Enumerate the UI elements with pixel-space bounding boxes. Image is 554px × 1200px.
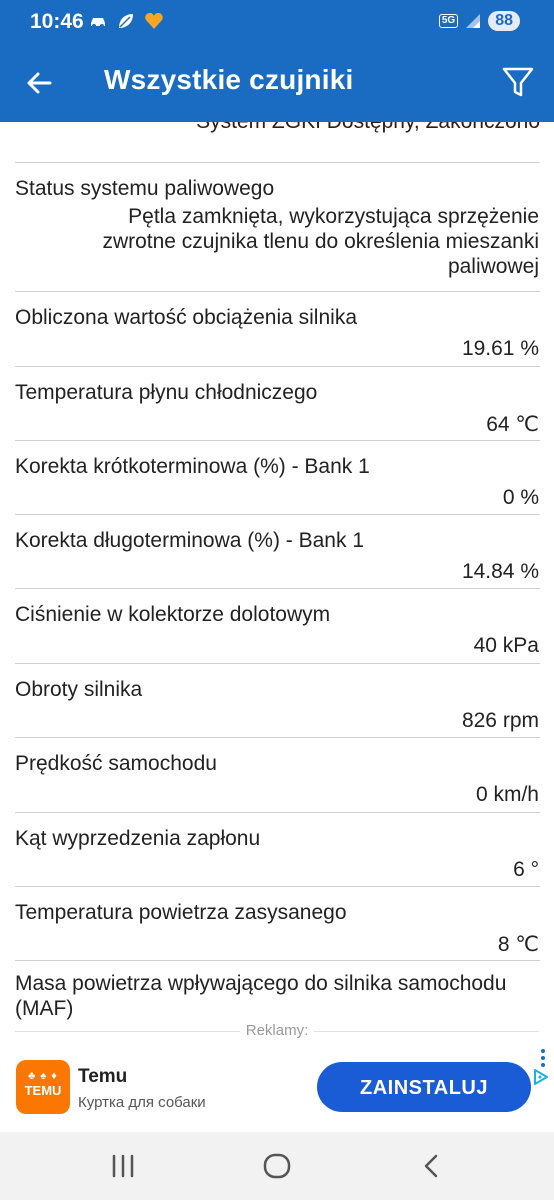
sensor-label: Korekta krótkoterminowa (%) - Bank 1 (15, 455, 370, 478)
sensor-label: Obliczona wartość obciążenia silnika (15, 306, 357, 329)
sensor-label: Masa powietrza wpływającego do silnika s… (15, 972, 507, 1020)
sensor-row[interactable]: Prędkość samochodu 0 km/h (0, 738, 554, 812)
sensor-value: 0 km/h (475, 783, 539, 806)
page-title: Wszystkie czujniki (104, 64, 354, 95)
adchoices-icon[interactable] (532, 1068, 550, 1086)
car-icon (91, 18, 105, 28)
sensor-label: Status systemu paliwowego (15, 177, 275, 200)
filter-icon[interactable] (500, 64, 536, 100)
sensor-row[interactable]: Korekta długoterminowa (%) - Bank 1 14.8… (0, 515, 554, 589)
temu-logo[interactable]: ♣ ♠ ♦ TEMU (16, 1060, 70, 1114)
back-arrow-icon[interactable] (24, 68, 54, 98)
status-bar: 10:46 5G 88 (0, 0, 554, 46)
status-notification-icons (88, 12, 164, 30)
sensor-label: Kąt wyprzedzenia zapłonu (15, 827, 261, 850)
leaf-icon (119, 14, 133, 28)
ad-menu-icon[interactable] (540, 1048, 546, 1068)
battery-level: 88 (488, 11, 520, 31)
ad-subtitle: Куртка для собаки (78, 1094, 206, 1111)
logo-text: TEMU (24, 1083, 62, 1098)
sensor-value: 64 ℃ (486, 413, 539, 436)
sensor-value: 826 rpm (461, 709, 539, 732)
sensor-row[interactable]: Status systemu paliwowego Pętla zamknięt… (0, 163, 554, 291)
sensor-row[interactable]: Obliczona wartość obciążenia silnika 19.… (0, 292, 554, 366)
sensor-value: 0 % (502, 486, 539, 509)
home-icon[interactable] (260, 1150, 294, 1182)
sensor-row[interactable]: Temperatura powietrza zasysanego 8 ℃ (0, 887, 554, 961)
signal-icon (466, 14, 481, 28)
sensor-list[interactable]: System ZGKI Dostępny, Zakończono Status … (0, 122, 554, 1028)
sensor-value: 40 kPa (473, 634, 539, 657)
sensor-value: 8 ℃ (497, 933, 539, 956)
sensor-row[interactable]: Korekta krótkoterminowa (%) - Bank 1 0 % (0, 441, 554, 515)
heart-icon (145, 13, 163, 29)
sensor-value: 14.84 % (461, 560, 539, 583)
sensor-row[interactable]: Kąt wyprzedzenia zapłonu 6 ° (0, 813, 554, 887)
sensor-row[interactable]: Ciśnienie w kolektorze dolotowym 40 kPa (0, 589, 554, 663)
sensor-value: 19.61 % (461, 337, 539, 360)
app-bar: Wszystkie czujniki (0, 46, 554, 122)
sensor-label: Temperatura powietrza zasysanego (15, 901, 347, 924)
recent-apps-icon[interactable] (106, 1150, 140, 1182)
ad-label-text: Reklamy: (245, 1022, 309, 1039)
ad-label: Reklamy: (0, 1022, 554, 1039)
sensor-value: 6 ° (513, 858, 539, 881)
sensor-label: Prędkość samochodu (15, 752, 217, 775)
ad-banner[interactable]: ♣ ♠ ♦ TEMU Temu Куртка для собаки ZAINST… (0, 1048, 554, 1132)
sensor-row[interactable]: Obroty silnika 826 rpm (0, 664, 554, 738)
install-button[interactable]: ZAINSTALUJ (317, 1062, 531, 1112)
logo-glyphs: ♣ ♠ ♦ (28, 1070, 58, 1082)
sensor-label: Obroty silnika (15, 678, 143, 701)
sensor-row[interactable]: Masa powietrza wpływającego do silnika s… (0, 961, 554, 1028)
sensor-label: Ciśnienie w kolektorze dolotowym (15, 603, 331, 626)
ad-app-name[interactable]: Temu (78, 1066, 127, 1088)
sensor-label: Korekta długoterminowa (%) - Bank 1 (15, 529, 364, 552)
back-icon[interactable] (416, 1150, 450, 1182)
sensor-row[interactable]: Temperatura płynu chłodniczego 64 ℃ (0, 367, 554, 441)
status-time: 10:46 (30, 10, 84, 33)
partial-sensor-value: System ZGKI Dostępny, Zakończono (0, 122, 540, 136)
system-nav-bar (0, 1132, 554, 1200)
sensor-value: Pętla zamknięta, wykorzystująca sprzężen… (102, 205, 539, 278)
network-type: 5G (438, 14, 459, 28)
status-system-icons: 5G 88 (438, 11, 520, 31)
sensor-label: Temperatura płynu chłodniczego (15, 381, 318, 404)
